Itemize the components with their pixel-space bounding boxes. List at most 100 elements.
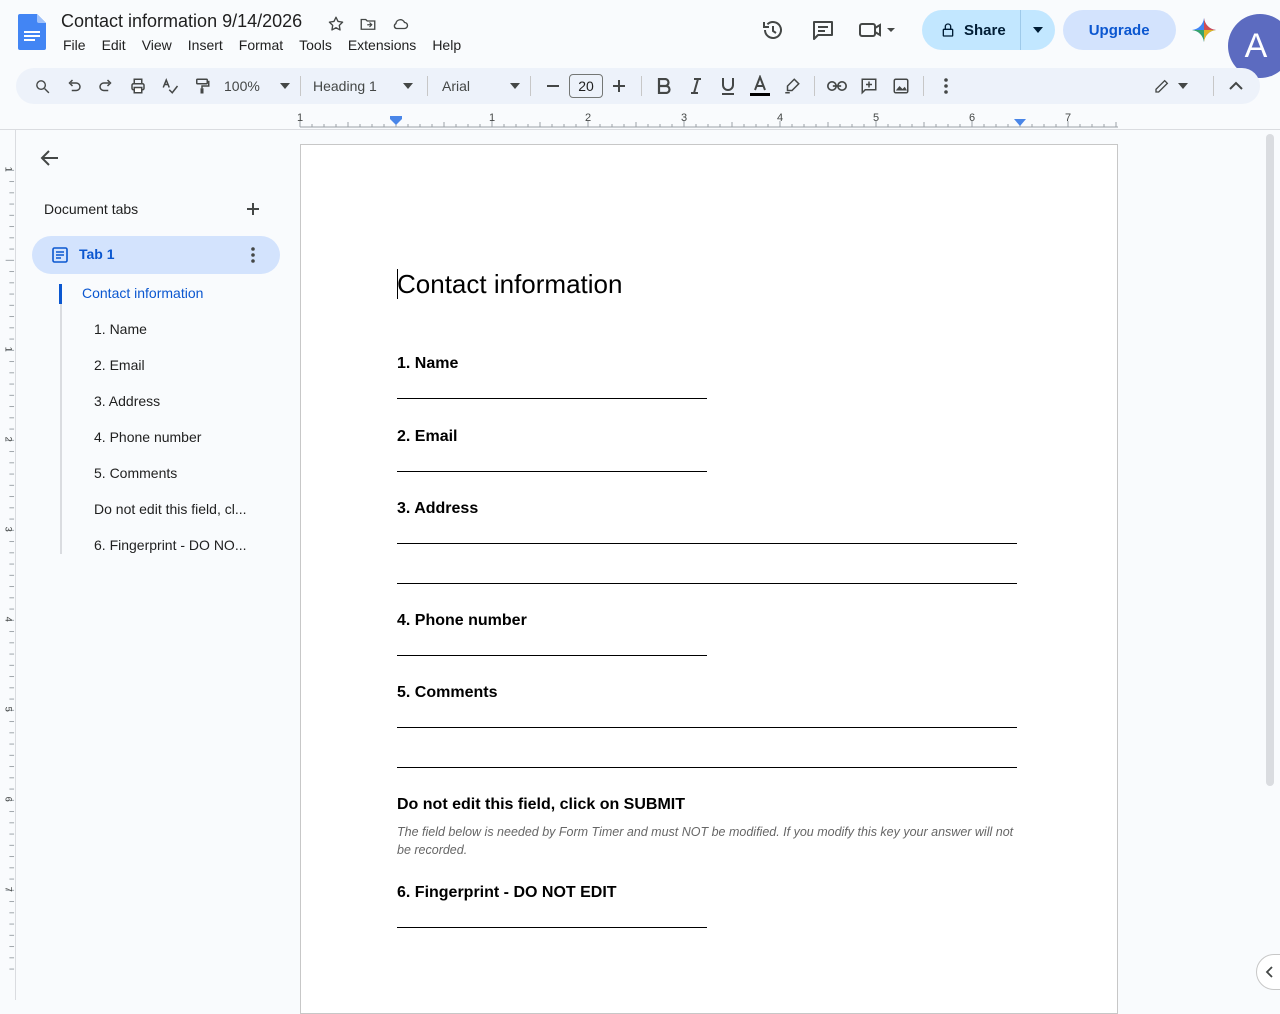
docs-logo-icon[interactable] [18, 14, 46, 50]
menu-tools[interactable]: Tools [291, 37, 340, 53]
gemini-icon[interactable] [1191, 18, 1216, 42]
answer-line-name[interactable] [397, 398, 707, 399]
font-dropdown[interactable]: Arial [442, 72, 520, 100]
share-button-group: Share [922, 10, 1055, 50]
meet-icon[interactable] [856, 13, 900, 47]
font-size-input[interactable]: 20 [569, 74, 603, 98]
question-phone-number[interactable]: 4. Phone number [397, 612, 527, 630]
left-indent-marker[interactable] [390, 116, 402, 125]
question-fingerprint[interactable]: 6. Fingerprint - DO NOT EDIT [397, 884, 617, 902]
text-color-icon[interactable] [744, 72, 776, 100]
answer-line-fingerprint[interactable] [397, 927, 707, 928]
side-panel-toggle[interactable] [1256, 954, 1280, 990]
undo-icon[interactable] [58, 72, 90, 100]
menu-format[interactable]: Format [231, 37, 291, 53]
do-not-edit-heading[interactable]: Do not edit this field, click on SUBMIT [397, 796, 685, 814]
share-button[interactable]: Share [922, 10, 1021, 50]
toolbar-divider [1213, 76, 1214, 96]
ruler-label: 1 [297, 112, 303, 124]
document-tabs-heading: Document tabs [44, 201, 139, 217]
answer-line-address-2[interactable] [397, 583, 1017, 584]
toolbar-divider [814, 76, 815, 96]
version-history-icon[interactable] [756, 13, 790, 47]
italic-icon[interactable] [680, 72, 712, 100]
increase-font-size-icon[interactable] [603, 72, 635, 100]
underline-icon[interactable] [712, 72, 744, 100]
question-name[interactable]: 1. Name [397, 355, 458, 373]
menu-file[interactable]: File [55, 37, 94, 53]
paint-format-icon[interactable] [186, 72, 218, 100]
upgrade-button[interactable]: Upgrade [1062, 10, 1176, 50]
page-heading[interactable]: Contact information [397, 269, 622, 300]
redo-icon[interactable] [90, 72, 122, 100]
ruler-label: 6 [969, 112, 975, 124]
menu-insert[interactable]: Insert [180, 37, 231, 53]
print-icon[interactable] [122, 72, 154, 100]
back-arrow-icon[interactable] [38, 146, 62, 170]
caret-down-icon [280, 83, 290, 89]
ruler-label: 7 [1065, 112, 1071, 124]
right-indent-marker[interactable] [1014, 119, 1026, 126]
zoom-value: 100% [224, 78, 260, 94]
answer-line-comments-1[interactable] [397, 727, 1017, 728]
editing-mode-button[interactable] [1147, 72, 1195, 100]
hide-menus-icon[interactable] [1220, 72, 1252, 100]
answer-line-email[interactable] [397, 471, 707, 472]
menu-extensions[interactable]: Extensions [340, 37, 424, 53]
top-bar: Contact information 9/14/2026 File Edit … [0, 0, 1280, 78]
horizontal-ruler: 1 1 2 3 4 5 6 7 [0, 112, 1280, 130]
chevron-left-icon [1265, 966, 1273, 978]
vruler-label: 1 [4, 167, 14, 172]
document-title[interactable]: Contact information 9/14/2026 [61, 11, 302, 32]
outline-item-do-not-edit[interactable]: Do not edit this field, cl... [94, 501, 247, 517]
font-value: Arial [442, 78, 471, 94]
outline-item-phone-number[interactable]: 4. Phone number [94, 429, 201, 445]
menu-view[interactable]: View [134, 37, 180, 53]
outline-item-fingerprint[interactable]: 6. Fingerprint - DO NO... [94, 537, 246, 553]
tab-1[interactable]: Tab 1 [32, 236, 280, 274]
outline-item-name[interactable]: 1. Name [94, 321, 147, 337]
document-page[interactable]: Contact information 1. Name 2. Email 3. … [300, 144, 1118, 1014]
outline-item-email[interactable]: 2. Email [94, 357, 145, 373]
question-comments[interactable]: 5. Comments [397, 684, 497, 702]
more-options-icon[interactable] [930, 72, 962, 100]
vertical-ruler: 1 1 2 3 4 5 6 7 [4, 130, 16, 1000]
search-menus-icon[interactable] [26, 72, 58, 100]
menu-edit[interactable]: Edit [94, 37, 134, 53]
tab-options-icon[interactable] [244, 245, 262, 265]
move-folder-icon[interactable] [357, 14, 379, 34]
style-value: Heading 1 [313, 78, 377, 94]
zoom-dropdown[interactable]: 100% [224, 72, 290, 100]
pencil-icon [1155, 79, 1169, 93]
add-tab-icon[interactable] [242, 198, 264, 220]
insert-image-icon[interactable] [885, 72, 917, 100]
question-email[interactable]: 2. Email [397, 428, 457, 446]
spellcheck-icon[interactable] [154, 72, 186, 100]
question-address[interactable]: 3. Address [397, 500, 478, 518]
share-options-button[interactable] [1021, 10, 1055, 50]
menu-help[interactable]: Help [424, 37, 469, 53]
tab-1-label: Tab 1 [79, 246, 115, 262]
answer-line-phone-number[interactable] [397, 655, 707, 656]
cloud-status-icon[interactable] [389, 14, 411, 34]
ruler-label: 2 [585, 112, 591, 124]
vertical-scrollbar[interactable] [1266, 134, 1274, 786]
vruler-label: 2 [4, 437, 14, 442]
caret-down-icon [1178, 83, 1188, 89]
answer-line-address-1[interactable] [397, 543, 1017, 544]
comments-icon[interactable] [806, 13, 840, 47]
outline-item-comments[interactable]: 5. Comments [94, 465, 177, 481]
insert-link-icon[interactable] [821, 72, 853, 100]
menu-bar: File Edit View Insert Format Tools Exten… [55, 37, 469, 53]
bold-icon[interactable] [648, 72, 680, 100]
vruler-label: 1 [4, 347, 14, 352]
outline-item-contact-information[interactable]: Contact information [82, 285, 203, 301]
highlight-color-icon[interactable] [776, 72, 808, 100]
text-cursor [397, 269, 398, 299]
star-icon[interactable] [325, 14, 347, 34]
style-dropdown[interactable]: Heading 1 [313, 72, 417, 100]
answer-line-comments-2[interactable] [397, 767, 1017, 768]
add-comment-icon[interactable] [853, 72, 885, 100]
outline-item-address[interactable]: 3. Address [94, 393, 160, 409]
decrease-font-size-icon[interactable] [537, 72, 569, 100]
